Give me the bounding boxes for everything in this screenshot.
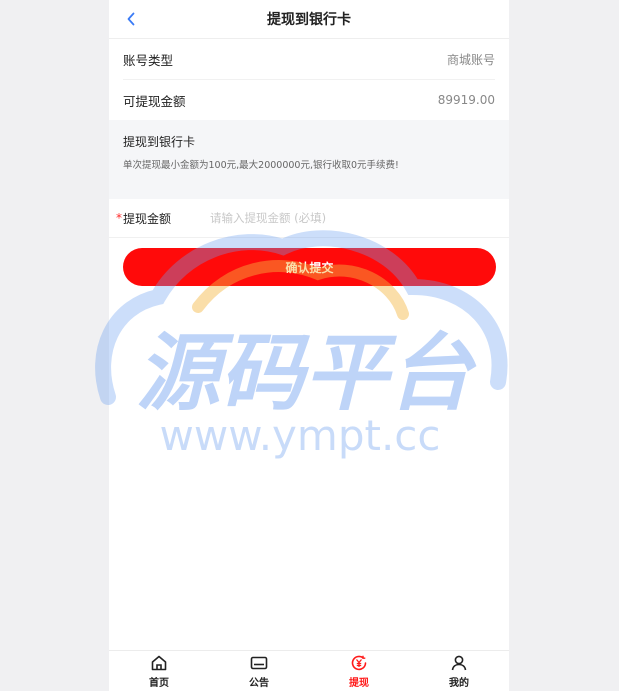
user-icon [451, 655, 467, 670]
available-amount-value: 89919.00 [437, 93, 495, 107]
tab-announcement[interactable]: 公告 [209, 651, 309, 691]
back-button[interactable] [121, 9, 141, 29]
tab-announcement-label: 公告 [249, 677, 269, 689]
chevron-left-icon [127, 12, 135, 26]
withdraw-notice: 提现到银行卡 单次提现最小金额为100元,最大2000000元,银行收取0元手续… [109, 120, 509, 199]
announcement-icon [250, 656, 268, 669]
account-type-value: 商城账号 [446, 52, 495, 67]
available-amount-label: 可提现金额 [123, 93, 186, 109]
submit-button[interactable]: 确认提交 [123, 248, 496, 286]
tab-home[interactable]: 首页 [109, 651, 209, 691]
account-type-row: 账号类型 商城账号 [123, 39, 495, 80]
required-mark: * [116, 211, 122, 225]
available-amount-row: 可提现金额 89919.00 [123, 80, 495, 120]
notice-title: 提现到银行卡 [123, 135, 196, 149]
tab-withdraw-label: 提现 [349, 677, 369, 689]
notice-description: 单次提现最小金额为100元,最大2000000元,银行收取0元手续费! [123, 160, 399, 171]
amount-input[interactable] [210, 211, 495, 225]
withdraw-icon [351, 655, 367, 670]
tab-me[interactable]: 我的 [409, 651, 509, 691]
account-type-label: 账号类型 [123, 52, 174, 68]
tab-me-label: 我的 [449, 677, 469, 689]
app-screen: 提现到银行卡 账号类型 商城账号 可提现金额 89919.00 提现到银行卡 单… [109, 0, 509, 691]
amount-field-row: * 提现金额 [109, 199, 509, 238]
amount-label: 提现金额 [123, 211, 172, 226]
tab-home-label: 首页 [149, 677, 169, 689]
nav-bar: 提现到银行卡 [109, 0, 509, 39]
tab-bar: 首页 公告 提现 我的 [109, 650, 509, 691]
page-title: 提现到银行卡 [267, 12, 351, 28]
home-icon [151, 655, 167, 670]
tab-withdraw[interactable]: 提现 [309, 651, 409, 691]
